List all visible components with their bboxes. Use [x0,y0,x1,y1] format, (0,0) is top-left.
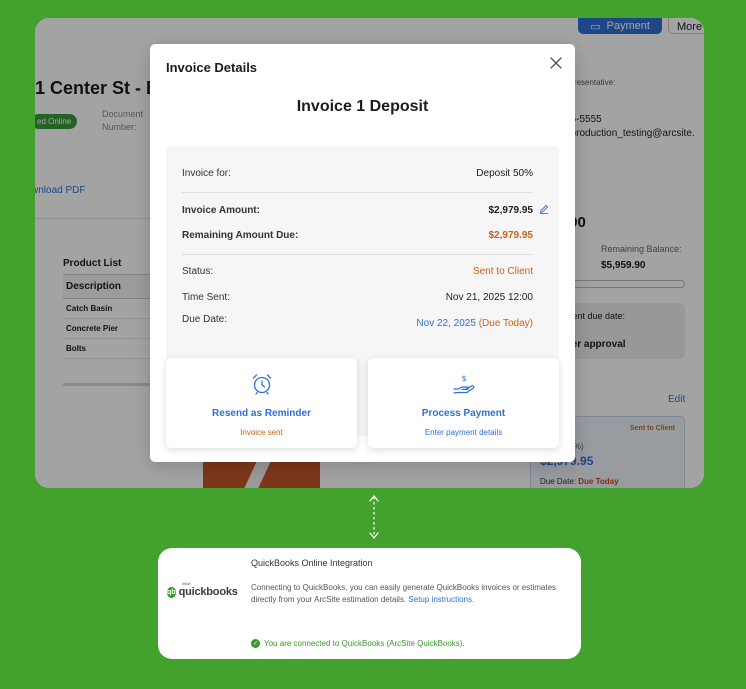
quickbooks-title: QuickBooks Online Integration [251,558,373,568]
invoice-amount-value: $2,979.95 [488,205,534,216]
invoice-amount-label: Invoice Amount: [182,205,260,216]
invoice-amount-row: Invoice Amount: $2,979.95 [182,204,549,216]
status-value: Sent to Client [472,266,533,277]
time-sent-value: Nov 21, 2025 12:00 [445,292,533,303]
process-payment-subtitle: Enter payment details [424,428,503,437]
setup-instructions-link[interactable]: Setup instructions. [408,595,474,604]
due-date-value: Nov 22, 2025 [416,318,476,329]
resend-reminder-subtitle: Invoice sent [240,428,283,437]
check-circle-icon: ✓ [251,639,260,648]
invoice-amount-value-wrap: $2,979.95 [488,204,549,216]
due-date-note: (Due Today) [478,318,533,329]
status-row: Status: Sent to Client [182,266,533,277]
process-payment-card[interactable]: $ Process Payment Enter payment details [368,358,559,448]
due-date-row: Due Date: Nov 22, 2025 (Due Today) [182,314,533,329]
status-label: Status: [182,266,214,277]
divider [182,192,533,193]
due-date-value-wrap: Nov 22, 2025 (Due Today) [416,318,533,329]
remaining-amount-value: $2,979.95 [488,230,534,241]
resend-reminder-title: Resend as Reminder [212,408,311,419]
quickbooks-logo: qb intuit quickbooks [167,581,238,600]
pencil-icon[interactable] [539,204,549,214]
time-sent-label: Time Sent: [182,292,230,303]
quickbooks-description-text: Connecting to QuickBooks, you can easily… [251,583,557,604]
invoice-for-label: Invoice for: [182,168,231,179]
invoice-for-value: Deposit 50% [476,168,533,179]
quickbooks-description: Connecting to QuickBooks, you can easily… [251,582,561,606]
close-icon[interactable] [548,55,564,71]
invoice-details-modal: Invoice Details Invoice 1 Deposit Invoic… [150,44,575,462]
invoice-heading: Invoice 1 Deposit [296,98,429,115]
resend-reminder-card[interactable]: Resend as Reminder Invoice sent [166,358,357,448]
time-sent-row: Time Sent: Nov 21, 2025 12:00 [182,292,533,303]
remaining-amount-label: Remaining Amount Due: [182,230,299,241]
hand-dollar-icon: $ [452,374,474,394]
double-arrow-icon [369,495,379,539]
alarm-clock-icon [252,374,271,395]
remaining-amount-row: Remaining Amount Due: $2,979.95 [182,230,533,241]
intuit-wordmark: intuit [182,581,191,586]
quickbooks-connected-status: ✓ You are connected to QuickBooks (ArcSi… [251,639,465,648]
divider [182,254,533,255]
quickbooks-integration-card: qb intuit quickbooks QuickBooks Online I… [158,548,581,659]
invoice-for-row: Invoice for: Deposit 50% [182,168,533,179]
quickbooks-mark-icon: qb [167,586,176,598]
modal-title: Invoice Details [166,60,258,75]
due-date-label: Due Date: [182,314,228,325]
quickbooks-wordmark: quickbooks [178,586,238,598]
quickbooks-connected-text: You are connected to QuickBooks (ArcSite… [264,639,465,648]
process-payment-title: Process Payment [421,408,506,419]
svg-text:$: $ [461,374,466,383]
